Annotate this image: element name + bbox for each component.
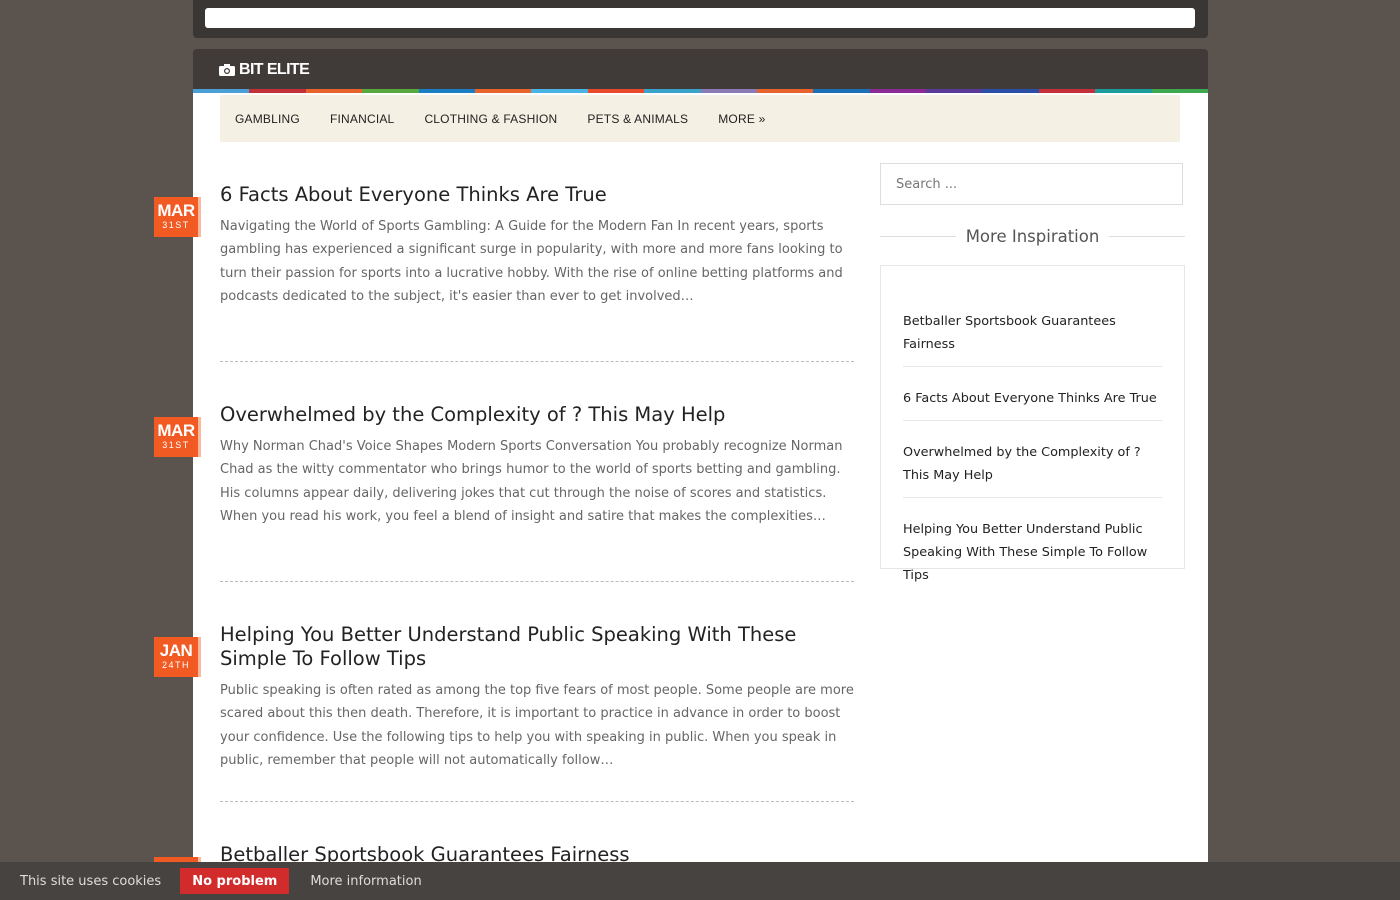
post-excerpt: Public speaking is often rated as among … xyxy=(220,683,854,768)
cookie-more-info-link[interactable]: More information xyxy=(310,874,421,889)
post-excerpt: Navigating the World of Sports Gambling:… xyxy=(220,219,843,304)
cookie-text: This site uses cookies xyxy=(20,873,162,889)
logo-text: BIT ELITE xyxy=(239,61,310,78)
post-item: Helping You Better Understand Public Spe… xyxy=(220,623,856,772)
divider xyxy=(880,235,956,237)
top-strip xyxy=(193,0,1208,38)
date-month: MAR xyxy=(157,421,195,440)
post-item: 6 Facts About Everyone Thinks Are True N… xyxy=(220,183,856,308)
top-bar xyxy=(205,8,1195,28)
search-input[interactable] xyxy=(881,164,1171,204)
recent-post-link[interactable]: Overwhelmed by the Complexity of ? This … xyxy=(903,435,1162,498)
camera-icon xyxy=(219,64,235,76)
recent-post-link[interactable]: 6 Facts About Everyone Thinks Are True xyxy=(903,381,1162,421)
post-title[interactable]: 6 Facts About Everyone Thinks Are True xyxy=(220,183,856,207)
post-divider xyxy=(220,581,854,582)
recent-post-link[interactable]: Betballer Sportsbook Guarantees Fairness xyxy=(903,304,1162,367)
date-badge: MAR 31ST xyxy=(154,197,198,237)
cookie-bar: This site uses cookies No problem More i… xyxy=(0,862,1400,900)
search-box xyxy=(880,163,1183,205)
widget-title: More Inspiration xyxy=(965,226,1100,246)
post-divider xyxy=(220,361,854,362)
nav-item-pets-animals[interactable]: PETS & ANIMALS xyxy=(587,112,688,126)
recent-post-link[interactable]: Helping You Better Understand Public Spe… xyxy=(903,512,1162,597)
date-day: 31ST xyxy=(162,220,190,230)
post-title[interactable]: Helping You Better Understand Public Spe… xyxy=(220,623,856,671)
widget-heading: More Inspiration xyxy=(880,225,1186,247)
main-nav: GAMBLING FINANCIAL CLOTHING & FASHION PE… xyxy=(220,95,1180,142)
date-month: JAN xyxy=(159,641,193,660)
post-excerpt: Why Norman Chad's Voice Shapes Modern Sp… xyxy=(220,439,843,524)
date-badge: JAN 24TH xyxy=(154,637,198,677)
post-divider xyxy=(220,801,854,802)
nav-item-gambling[interactable]: GAMBLING xyxy=(235,112,300,126)
site-header: BIT ELITE xyxy=(193,49,1208,89)
post-title[interactable]: Overwhelmed by the Complexity of ? This … xyxy=(220,403,856,427)
recent-posts-widget: Betballer Sportsbook Guarantees Fairness… xyxy=(880,265,1185,583)
date-day: 24TH xyxy=(161,660,190,670)
nav-item-clothing-fashion[interactable]: CLOTHING & FASHION xyxy=(424,112,557,126)
site-logo[interactable]: BIT ELITE xyxy=(219,61,310,79)
date-month: MAR xyxy=(157,201,195,220)
cookie-accept-button[interactable]: No problem xyxy=(180,868,290,894)
post-item: Overwhelmed by the Complexity of ? This … xyxy=(220,403,856,528)
divider xyxy=(1109,235,1186,237)
date-badge: MAR 31ST xyxy=(154,417,198,457)
nav-item-more[interactable]: MORE » xyxy=(718,112,765,126)
date-day: 31ST xyxy=(162,440,190,450)
page-content: GAMBLING FINANCIAL CLOTHING & FASHION PE… xyxy=(193,93,1208,900)
recent-posts-list: Betballer Sportsbook Guarantees Fairness… xyxy=(881,304,1184,611)
nav-item-financial[interactable]: FINANCIAL xyxy=(330,112,394,126)
